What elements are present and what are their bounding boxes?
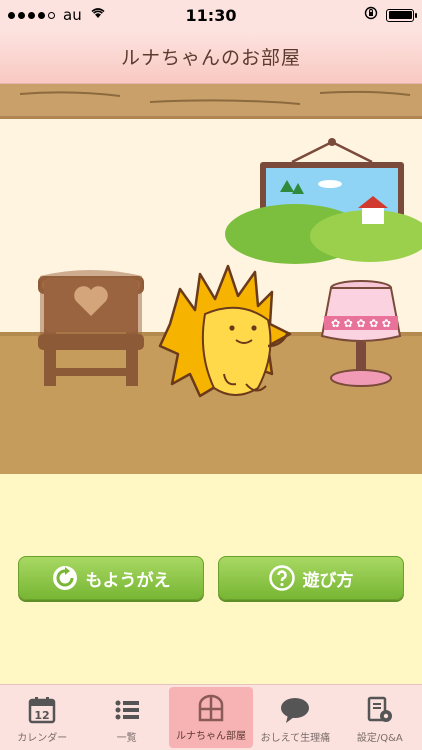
question-icon xyxy=(268,565,295,591)
battery-level xyxy=(388,11,412,19)
refresh-icon xyxy=(52,565,78,591)
window-icon xyxy=(198,694,224,722)
wooden-chair xyxy=(38,270,144,386)
status-bar: au 11:30 xyxy=(0,0,422,30)
tab-period-pain[interactable]: おしえて生理痛 xyxy=(253,685,337,750)
signal-strength-icon xyxy=(8,11,55,19)
tab-luna-room[interactable]: ルナちゃん部屋 xyxy=(168,687,254,748)
tab-calendar-label: カレンダー xyxy=(17,733,68,744)
tab-luna-room-label: ルナちゃん部屋 xyxy=(176,731,247,742)
how-to-play-button[interactable]: 遊び方 xyxy=(218,556,404,600)
list-icon xyxy=(115,700,139,720)
page-title: ルナちゃんのお部屋 xyxy=(120,47,301,69)
tab-calendar[interactable]: 12 カレンダー xyxy=(0,685,84,750)
tab-period-pain-label: おしえて生理痛 xyxy=(260,733,331,744)
tab-settings[interactable]: 設定/Q&A xyxy=(338,685,422,750)
change-pattern-label: もようがえ xyxy=(85,570,171,591)
room-scene: ✿ ✿ ✿ ✿ ✿ xyxy=(0,84,422,474)
tab-bar: 12 カレンダー 一覧 ルナちゃん部屋 おしえて生理痛 設定/Q&A xyxy=(0,684,422,750)
navigation-bar: ルナちゃんのお部屋 xyxy=(0,30,422,84)
calendar-icon: 12 xyxy=(28,697,56,724)
battery-icon xyxy=(386,8,417,22)
change-pattern-button[interactable]: もようがえ xyxy=(18,556,204,600)
calendar-icon-number: 12 xyxy=(35,709,50,722)
svg-text:✿ ✿ ✿ ✿ ✿: ✿ ✿ ✿ ✿ ✿ xyxy=(331,317,391,330)
how-to-play-label: 遊び方 xyxy=(302,570,354,591)
carrier-label: au xyxy=(63,6,82,24)
tab-settings-label: 設定/Q&A xyxy=(356,733,403,744)
speech-bubble-icon xyxy=(281,698,310,723)
wifi-icon xyxy=(90,7,106,23)
settings-doc-icon xyxy=(367,696,392,722)
rotation-lock-icon xyxy=(364,6,378,24)
tab-list[interactable]: 一覧 xyxy=(84,685,168,750)
ceiling-beam xyxy=(0,84,422,119)
tab-list-label: 一覧 xyxy=(116,733,137,744)
